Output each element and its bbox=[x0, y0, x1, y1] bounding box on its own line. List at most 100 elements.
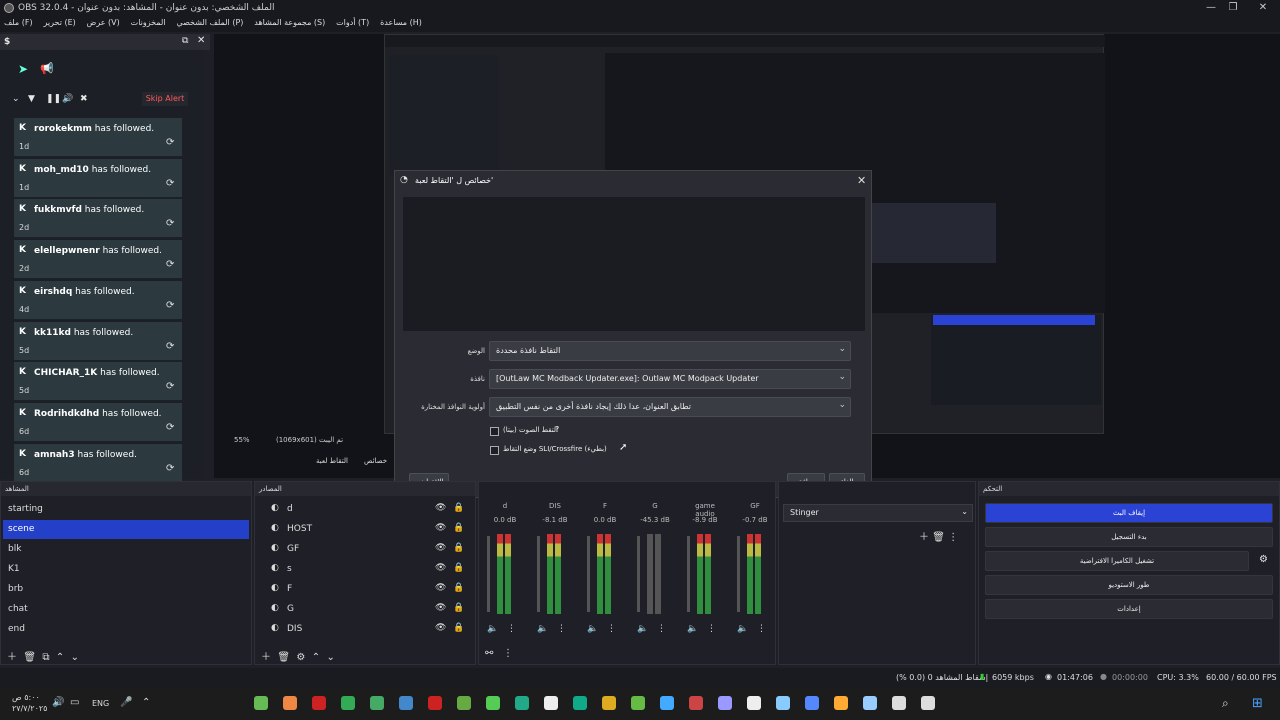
pause-icon[interactable]: ❚❚ bbox=[46, 94, 61, 104]
gear-icon[interactable]: ⚙ bbox=[1259, 554, 1268, 565]
eye-icon[interactable]: 👁 bbox=[435, 563, 446, 573]
skip-alert-button[interactable]: Skip Alert bbox=[142, 92, 188, 106]
volume-slider[interactable] bbox=[687, 536, 690, 612]
language-indicator[interactable]: ENG bbox=[92, 699, 109, 708]
menu-help[interactable]: مساعدة (H) bbox=[376, 16, 426, 29]
add-icon[interactable]: ＋ bbox=[7, 652, 17, 663]
sli-crossfire-checkbox[interactable] bbox=[490, 446, 499, 455]
dialog-close-icon[interactable]: ✕ bbox=[857, 174, 866, 187]
menu-profile[interactable]: الملف الشخصي (P) bbox=[172, 16, 247, 29]
list-item[interactable]: K CHICHAR_1K has followed. 5d ⟳ bbox=[14, 362, 182, 402]
mute-alerts-icon[interactable]: ✖ bbox=[80, 94, 88, 104]
chevron-up-icon[interactable]: ⌃ bbox=[56, 652, 64, 663]
replay-icon[interactable]: ⟳ bbox=[166, 259, 174, 270]
add-icon[interactable]: ＋ bbox=[919, 532, 929, 543]
more-icon[interactable]: ⋮ bbox=[757, 624, 766, 634]
volume-slider[interactable] bbox=[737, 536, 740, 612]
clock-date[interactable]: ٢٧/٧/٢٠٢٥ bbox=[12, 704, 47, 713]
send-icon[interactable]: ➤ bbox=[18, 62, 28, 76]
chevron-down-icon[interactable]: ⌄ bbox=[71, 652, 79, 663]
lock-icon[interactable]: 🔒 bbox=[453, 563, 464, 573]
search-icon[interactable]: ⌕ bbox=[1222, 696, 1229, 711]
source-item[interactable]: ◐ G 👁 🔒 bbox=[259, 600, 469, 619]
taskbar-app-icon[interactable] bbox=[921, 696, 935, 710]
more-icon[interactable]: ⋮ bbox=[657, 624, 666, 634]
tab-properties[interactable]: خصائص bbox=[364, 457, 387, 465]
source-item[interactable]: ◐ F 👁 🔒 bbox=[259, 580, 469, 599]
capture-audio-checkbox[interactable] bbox=[490, 427, 499, 436]
taskbar-app-icon[interactable] bbox=[631, 696, 645, 710]
lock-icon[interactable]: 🔒 bbox=[453, 623, 464, 633]
speaker-icon[interactable]: 🔈 bbox=[487, 624, 498, 634]
replay-icon[interactable]: ⟳ bbox=[166, 137, 174, 148]
megaphone-icon[interactable]: 📢 bbox=[40, 62, 54, 75]
eye-icon[interactable]: 👁 bbox=[435, 603, 446, 613]
lock-icon[interactable]: 🔒 bbox=[453, 503, 464, 513]
list-item[interactable]: Kelellepwnenr has followed. 2d ⟳ bbox=[14, 240, 182, 280]
taskbar-app-icon[interactable] bbox=[892, 696, 906, 710]
scene-item[interactable]: scene bbox=[3, 520, 249, 539]
more-icon[interactable]: ⋮ bbox=[503, 648, 513, 659]
start-recording-button[interactable]: بدء التسجيل bbox=[985, 527, 1273, 547]
clock-time[interactable]: ٥:٠٠ ص bbox=[12, 693, 40, 702]
volume-slider[interactable] bbox=[537, 536, 540, 612]
taskbar-app-icon[interactable] bbox=[689, 696, 703, 710]
list-item[interactable]: Krorokekmm has followed. 1d ⟳ bbox=[14, 118, 182, 157]
chevron-down-icon[interactable]: ⌄ bbox=[12, 94, 20, 104]
more-icon[interactable]: ⋮ bbox=[607, 624, 616, 634]
source-item[interactable]: ◐ GF 👁 🔒 bbox=[259, 540, 469, 559]
more-icon[interactable]: ⋮ bbox=[707, 624, 716, 634]
scene-item[interactable]: starting bbox=[3, 500, 249, 519]
source-item[interactable]: ◐ s 👁 🔒 bbox=[259, 560, 469, 579]
taskbar-app-icon[interactable] bbox=[283, 696, 297, 710]
menu-tools[interactable]: أدوات (T) bbox=[332, 16, 373, 29]
taskbar-app-icon[interactable] bbox=[428, 696, 442, 710]
taskbar-app-icon[interactable] bbox=[544, 696, 558, 710]
settings-button[interactable]: إعدادات bbox=[985, 599, 1273, 619]
add-icon[interactable]: ＋ bbox=[261, 652, 271, 663]
close-dock-icon[interactable]: ✕ bbox=[197, 35, 205, 46]
close-icon[interactable]: ✕ bbox=[1240, 0, 1280, 16]
studio-mode-button[interactable]: طور الاستوديو bbox=[985, 575, 1273, 595]
taskbar-app-icon[interactable] bbox=[602, 696, 616, 710]
taskbar-app-icon[interactable] bbox=[805, 696, 819, 710]
menu-view[interactable]: عرض (V) bbox=[83, 16, 124, 29]
start-menu-icon[interactable]: ⊞ bbox=[1252, 696, 1263, 711]
microphone-icon[interactable]: 🎤 bbox=[120, 697, 132, 708]
taskbar-app-icon[interactable] bbox=[457, 696, 471, 710]
replay-icon[interactable]: ⟳ bbox=[166, 218, 174, 229]
chevron-up-icon[interactable]: ⌃ bbox=[142, 697, 150, 708]
lock-icon[interactable]: 🔒 bbox=[453, 543, 464, 553]
more-icon[interactable]: ⋮ bbox=[557, 624, 566, 634]
help-icon[interactable]: ? bbox=[555, 425, 559, 434]
menu-scene-collection[interactable]: مجموعة المشاهد (S) bbox=[250, 16, 329, 29]
filter-icon[interactable]: ⧉ bbox=[42, 652, 49, 663]
replay-icon[interactable]: ⟳ bbox=[166, 341, 174, 352]
trash-icon[interactable]: 🗑 bbox=[932, 532, 945, 543]
scene-item[interactable]: chat bbox=[3, 600, 249, 619]
taskbar-app-icon[interactable] bbox=[341, 696, 355, 710]
more-icon[interactable]: ⋮ bbox=[507, 624, 516, 634]
lock-icon[interactable]: 🔒 bbox=[453, 523, 464, 533]
replay-icon[interactable]: ⟳ bbox=[166, 381, 174, 392]
eye-icon[interactable]: 👁 bbox=[435, 523, 446, 533]
menu-docks[interactable]: المخزونات bbox=[127, 16, 170, 29]
scene-item[interactable]: end bbox=[3, 620, 249, 639]
speaker-icon[interactable]: 🔈 bbox=[587, 624, 598, 634]
volume-slider[interactable] bbox=[587, 536, 590, 612]
trash-icon[interactable]: 🗑 bbox=[277, 652, 290, 663]
speaker-icon[interactable]: 🔈 bbox=[637, 624, 648, 634]
replay-icon[interactable]: ⟳ bbox=[166, 178, 174, 189]
lock-icon[interactable]: 🔒 bbox=[453, 583, 464, 593]
network-icon[interactable]: ▭ bbox=[70, 697, 79, 708]
taskbar-app-icon[interactable] bbox=[718, 696, 732, 710]
list-item[interactable]: Kfukkmvfd has followed. 2d ⟳ bbox=[14, 199, 182, 239]
link-icon[interactable]: ⚯ bbox=[485, 648, 493, 659]
lock-icon[interactable]: 🔒 bbox=[453, 603, 464, 613]
source-item[interactable]: ◐ HOST 👁 🔒 bbox=[259, 520, 469, 539]
eye-icon[interactable]: 👁 bbox=[435, 543, 446, 553]
scene-item[interactable]: brb bbox=[3, 580, 249, 599]
eye-icon[interactable]: 👁 bbox=[435, 503, 446, 513]
window-select[interactable]: [OutLaw MC Modback Updater.exe]: Outlaw … bbox=[489, 369, 851, 389]
scene-item[interactable]: K1 bbox=[3, 560, 249, 579]
